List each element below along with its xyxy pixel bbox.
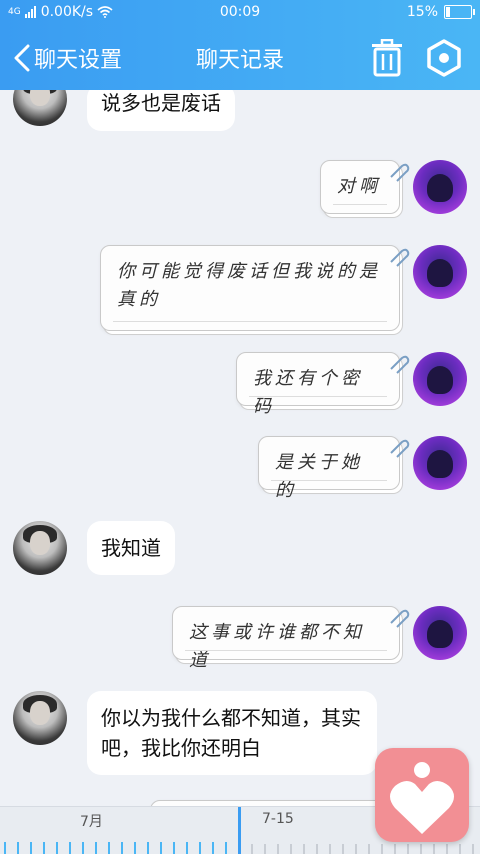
timeline-tick (69, 842, 71, 854)
status-bar: 4G 0.00K/s 00:09 15% (0, 0, 480, 26)
timeline-tick (17, 842, 19, 854)
timeline-tick (186, 842, 188, 854)
my-message-bubble[interactable]: 这事或许谁都不知道 (172, 606, 400, 671)
friend-avatar[interactable] (13, 521, 67, 575)
chat-history-header: 聊天设置 聊天记录 (0, 26, 480, 90)
my-message-bubble[interactable]: 是关于她的 (258, 436, 400, 501)
friend-avatar[interactable] (13, 90, 67, 126)
paperclip-icon (390, 439, 410, 458)
timeline-tick (82, 842, 84, 854)
timeline-tick (134, 842, 136, 854)
timeline-tick (173, 842, 175, 854)
chat-message-list[interactable]: 说多也是废话 对啊 你可能觉得废话但我说的是真的 我还有个密码 是关于她的 我知… (0, 90, 480, 806)
settings-hexagon-icon[interactable] (426, 39, 462, 77)
message-text: 我知道 (101, 536, 161, 560)
timeline-date-label: 7-15 (262, 811, 294, 827)
message-text: 我还有个密码 (253, 368, 363, 417)
message-text: 你可能觉得废话但我说的是真的 (117, 261, 381, 310)
friend-message-bubble[interactable]: 你以为我什么都不知道，其实吧，我比你还明白 (87, 691, 377, 775)
timeline-tick (56, 842, 58, 854)
my-avatar[interactable] (413, 245, 467, 299)
timeline-tick (4, 842, 6, 854)
page-title: 聊天记录 (195, 48, 284, 73)
message-text: 这事或许谁都不知道 (189, 622, 365, 671)
paperclip-icon (390, 248, 410, 267)
heart-person-icon (390, 762, 454, 834)
my-avatar[interactable] (413, 436, 467, 490)
message-text: 你以为我什么都不知道，其实吧，我比你还明白 (101, 706, 361, 760)
my-avatar[interactable] (413, 352, 467, 406)
my-message-bubble[interactable]: 我还有个密码 (236, 352, 400, 417)
timeline-tick (43, 842, 45, 854)
paperclip-icon (390, 163, 410, 182)
friend-avatar[interactable] (13, 691, 67, 745)
paperclip-icon (390, 609, 410, 628)
timeline-tick (95, 842, 97, 854)
timeline-tick (199, 842, 201, 854)
my-avatar[interactable] (413, 160, 467, 214)
paperclip-icon (390, 355, 410, 374)
timeline-tick (147, 842, 149, 854)
timeline-tick (212, 842, 214, 854)
trash-icon[interactable] (370, 39, 404, 77)
timeline-tick (121, 842, 123, 854)
floating-app-button[interactable] (375, 748, 469, 842)
timeline-tick (30, 842, 32, 854)
battery-icon (444, 5, 475, 19)
friend-message-bubble[interactable]: 说多也是废话 (87, 90, 235, 131)
timeline-tick (225, 842, 227, 854)
timeline-month-label: 7月 (80, 814, 103, 830)
message-text: 说多也是废话 (101, 91, 221, 115)
timeline-cursor[interactable] (238, 807, 241, 854)
message-text: 对啊 (337, 176, 381, 197)
timeline-tick (108, 842, 110, 854)
friend-message-bubble[interactable]: 我知道 (87, 521, 175, 575)
message-text: 是关于她的 (275, 452, 363, 501)
my-message-bubble[interactable]: 你可能觉得废话但我说的是真的 (100, 245, 400, 331)
battery-percent: 15% (406, 4, 438, 20)
my-avatar[interactable] (413, 606, 467, 660)
timeline-tick (160, 842, 162, 854)
